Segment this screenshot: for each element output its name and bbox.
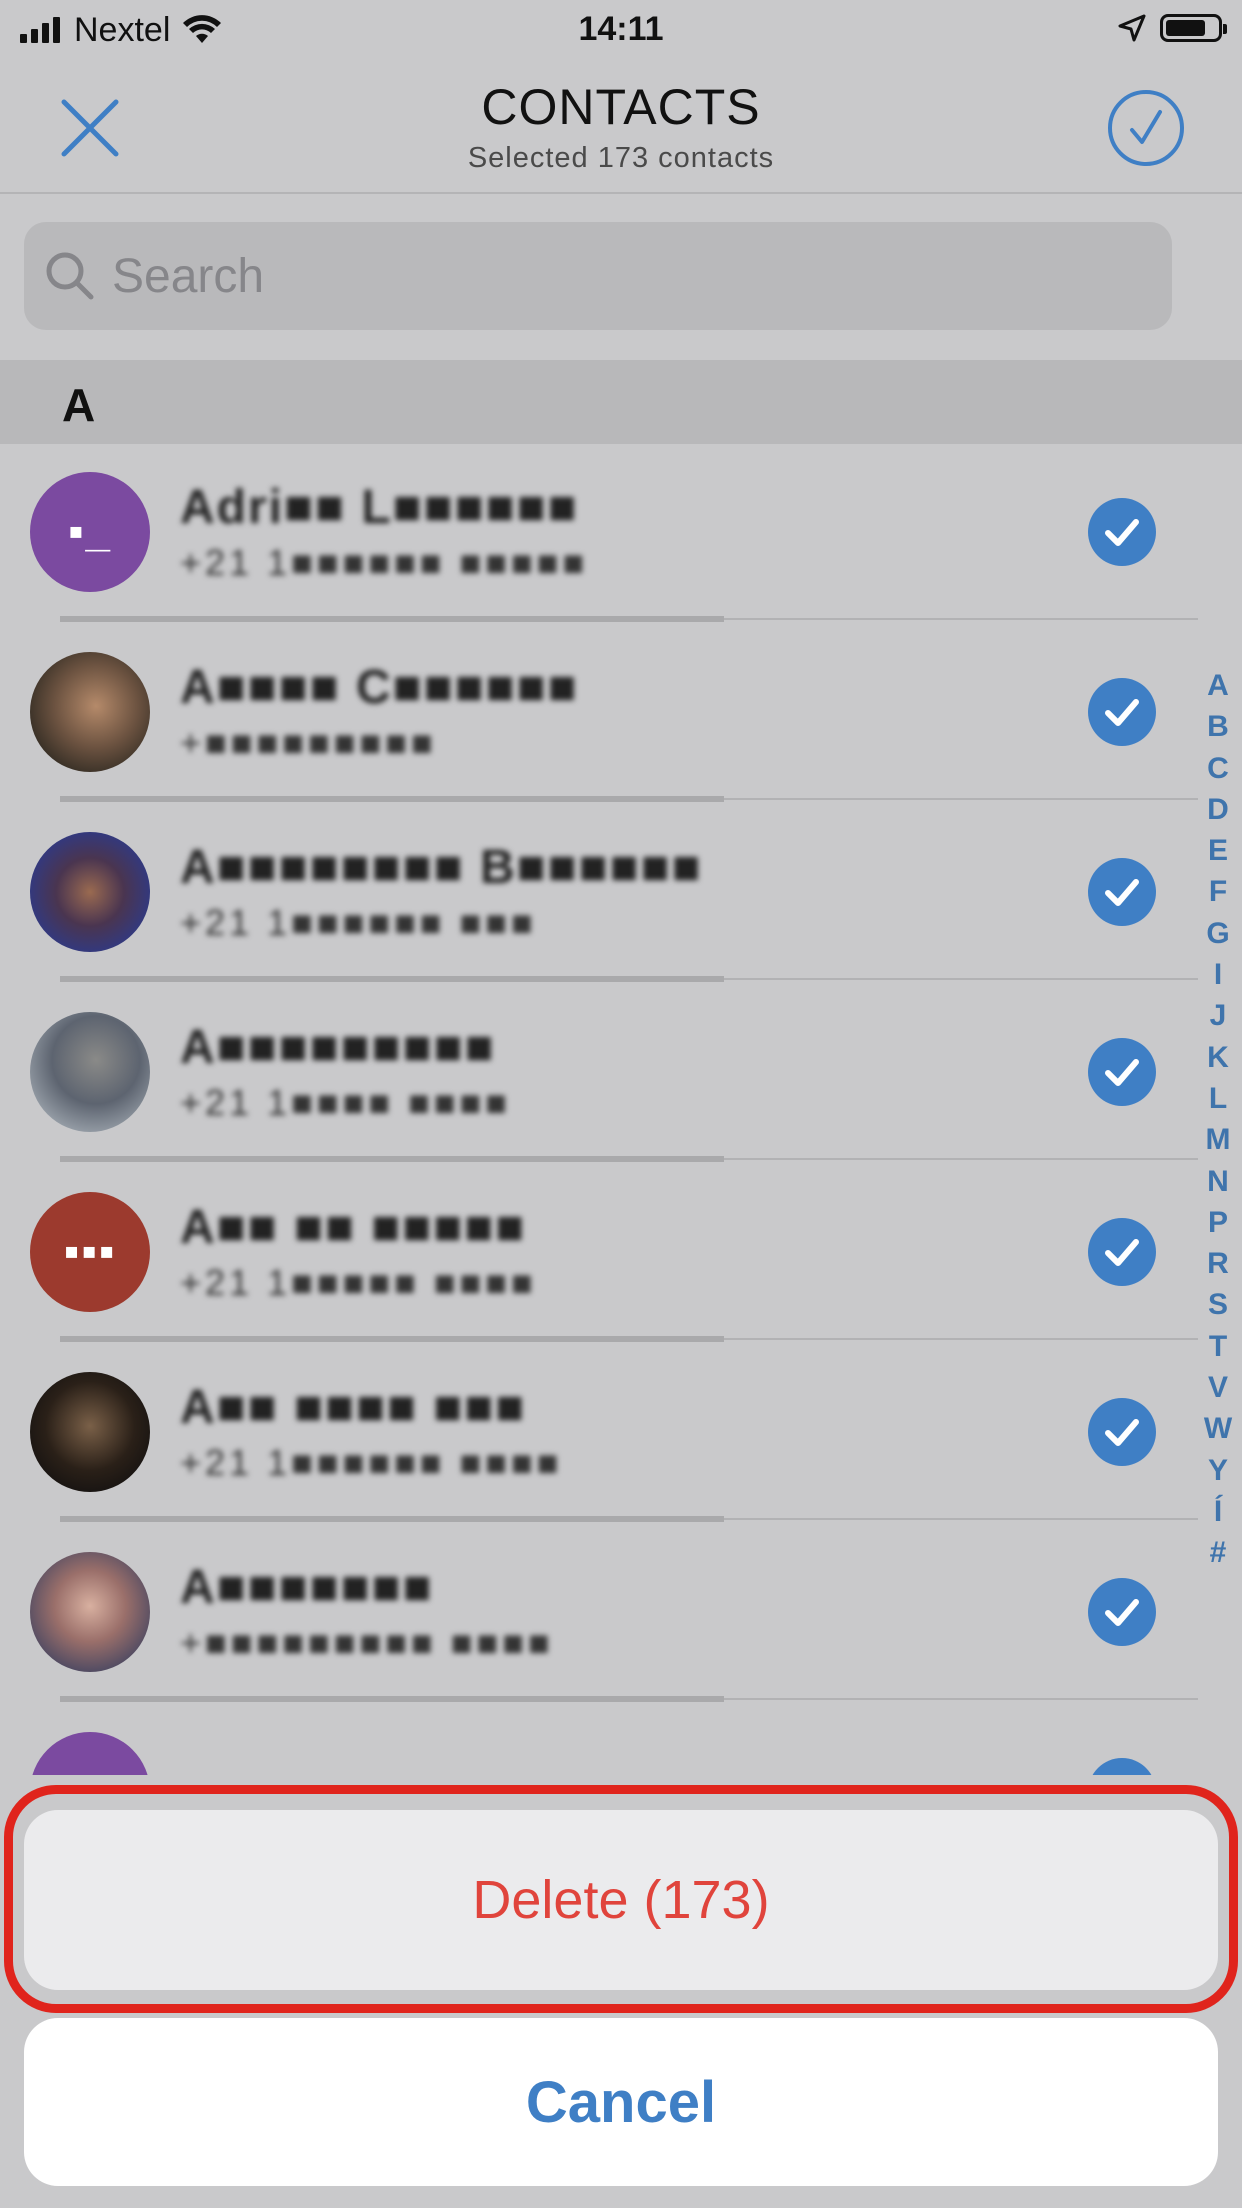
index-letter[interactable]: R — [1200, 1243, 1236, 1284]
index-letter[interactable]: Y — [1200, 1450, 1236, 1491]
alphabet-index[interactable]: A B C D E F G I J K L M N P R S T V W Y … — [1200, 665, 1236, 1574]
index-letter[interactable]: G — [1200, 913, 1236, 954]
index-letter[interactable]: V — [1200, 1367, 1236, 1408]
contact-phone: +21 1■■■■ ■■■■ — [180, 1082, 512, 1123]
index-letter[interactable]: I — [1200, 954, 1236, 995]
contact-row[interactable]: A■■■■ C■■■■■■ +■■■■■■■■■ — [0, 622, 1242, 802]
contact-name: A■■■■ C■■■■■■ — [180, 661, 579, 714]
avatar: ▪_ — [30, 472, 150, 592]
search-input[interactable]: Search — [24, 222, 1172, 330]
contact-name: Adri■■ L■■■■■■ — [180, 481, 579, 534]
battery-icon — [1160, 14, 1227, 42]
contact-phone: +21 1■■■■■■ ■■■ — [180, 902, 537, 943]
index-letter[interactable]: J — [1200, 995, 1236, 1036]
contact-name: A■■ ■■ ■■■■■ — [180, 1201, 527, 1254]
search-placeholder: Search — [112, 249, 265, 303]
index-letter[interactable]: W — [1200, 1408, 1236, 1449]
check-circle-icon[interactable] — [1088, 678, 1156, 746]
contact-phone: +21 1■■■■■ ■■■■ — [180, 1262, 537, 1303]
index-letter[interactable]: Í — [1200, 1491, 1236, 1532]
avatar — [30, 1552, 150, 1672]
index-letter[interactable]: P — [1200, 1202, 1236, 1243]
page-title: CONTACTS — [481, 79, 761, 135]
check-circle-icon[interactable] — [1088, 498, 1156, 566]
check-circle-icon[interactable] — [1088, 1038, 1156, 1106]
index-letter[interactable]: B — [1200, 706, 1236, 747]
avatar — [30, 1372, 150, 1492]
section-header: A — [0, 360, 1242, 444]
contact-phone: +21 1■■■■■■ ■■■■■ — [180, 542, 589, 583]
contact-name: A■■■■■■■■ B■■■■■■ — [180, 841, 703, 894]
check-circle-icon[interactable] — [1088, 1218, 1156, 1286]
contact-phone: +■■■■■■■■■ — [180, 722, 437, 763]
delete-button[interactable]: Delete (173) — [24, 1810, 1218, 1990]
contact-phone: +21 1■■■■■■ ■■■■ — [180, 1442, 563, 1483]
avatar — [30, 832, 150, 952]
contact-row[interactable]: ▪▪▪ A■■ ■■ ■■■■■ +21 1■■■■■ ■■■■ — [0, 1162, 1242, 1342]
status-time: 14:11 — [578, 10, 664, 48]
contact-name: A■■ ■■■■ ■■■ — [180, 1381, 527, 1434]
cancel-button[interactable]: Cancel — [24, 2018, 1218, 2186]
index-letter[interactable]: N — [1200, 1161, 1236, 1202]
contact-row[interactable]: A■■■■■■■■ B■■■■■■ +21 1■■■■■■ ■■■ — [0, 802, 1242, 982]
check-circle-icon[interactable] — [1088, 1578, 1156, 1646]
avatar — [30, 652, 150, 772]
index-letter[interactable]: M — [1200, 1119, 1236, 1160]
avatar — [30, 1012, 150, 1132]
checkmark-circle-icon[interactable] — [1106, 88, 1186, 168]
selection-count: Selected 173 contacts — [467, 142, 775, 174]
contact-row[interactable]: A■■■■■■■ +■■■■■■■■■ ■■■■ — [0, 1522, 1242, 1702]
contact-row[interactable]: A■■■■■■■■■ +21 1■■■■ ■■■■ — [0, 982, 1242, 1162]
contact-name: A■■■■■■■■■ — [180, 1021, 496, 1074]
section-letter: A — [62, 379, 96, 431]
status-bar: Nextel 14:11 — [0, 0, 1242, 60]
status-right — [1118, 14, 1227, 42]
location-icon — [1118, 14, 1146, 42]
index-letter[interactable]: F — [1200, 871, 1236, 912]
navigation-bar: CONTACTS Selected 173 contacts — [0, 60, 1242, 194]
index-letter[interactable]: S — [1200, 1284, 1236, 1325]
index-letter[interactable]: K — [1200, 1037, 1236, 1078]
avatar: ▪▪▪ — [30, 1192, 150, 1312]
contact-row[interactable]: ▪_ Adri■■ L■■■■■■ +21 1■■■■■■ ■■■■■ — [0, 442, 1242, 622]
index-letter[interactable]: D — [1200, 789, 1236, 830]
index-letter[interactable]: C — [1200, 748, 1236, 789]
search-icon — [46, 252, 94, 300]
index-letter[interactable]: E — [1200, 830, 1236, 871]
index-letter[interactable]: L — [1200, 1078, 1236, 1119]
index-letter[interactable]: # — [1200, 1532, 1236, 1573]
check-circle-icon[interactable] — [1088, 858, 1156, 926]
index-letter[interactable]: A — [1200, 665, 1236, 706]
index-letter[interactable]: T — [1200, 1326, 1236, 1367]
contact-phone: +■■■■■■■■■ ■■■■ — [180, 1622, 554, 1663]
contact-name: A■■■■■■■ — [180, 1561, 434, 1614]
check-circle-icon[interactable] — [1088, 1398, 1156, 1466]
contact-row[interactable]: A■■ ■■■■ ■■■ +21 1■■■■■■ ■■■■ — [0, 1342, 1242, 1522]
